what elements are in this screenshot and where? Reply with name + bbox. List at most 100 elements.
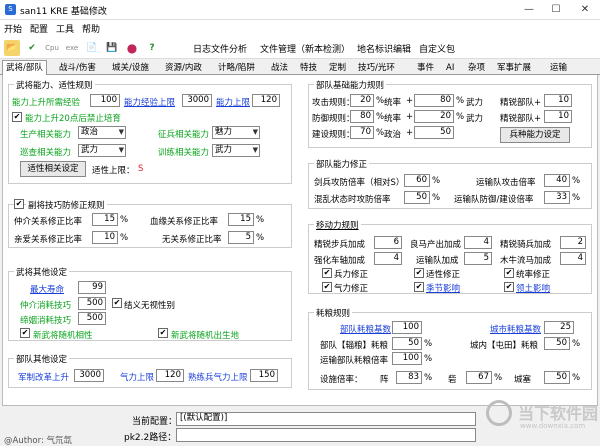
train-ability-select[interactable]: 武力 ▼ — [212, 144, 260, 157]
max-life-input[interactable]: 99 — [78, 281, 106, 294]
check-icon[interactable]: ✔ — [24, 40, 40, 56]
file-icon[interactable]: 📄 — [84, 40, 100, 56]
custom-pack-button[interactable]: 自定义包 — [419, 42, 455, 55]
tab-battle[interactable]: 战斗/伤害 — [55, 60, 100, 75]
cpu-icon[interactable]: Cpu — [44, 40, 60, 56]
tab-aura[interactable]: 技巧/光环 — [354, 60, 399, 75]
produce-ability-label: 生产相关能力 — [20, 130, 72, 140]
horse-output-input[interactable]: 4 — [464, 236, 492, 249]
current-config-field[interactable]: [(默认配置)] — [176, 412, 476, 426]
transport-food-input[interactable]: 100 — [392, 352, 422, 365]
wooden-ox-input[interactable]: 4 — [560, 252, 586, 265]
tab-city[interactable]: 城关/设施 — [108, 60, 153, 75]
ability-limit-input[interactable]: 120 — [252, 94, 280, 107]
morale-limit-input[interactable]: 120 — [156, 369, 184, 382]
tab-skills[interactable]: 特技 — [296, 60, 321, 75]
fort-input[interactable]: 67 — [466, 371, 492, 384]
percent-sign: % — [256, 215, 265, 225]
tab-strategy[interactable]: 计略/陷阱 — [214, 60, 259, 75]
territory-effect-checkbox[interactable]: ✔ — [504, 282, 514, 292]
city-farm-input[interactable]: 50 — [544, 337, 570, 350]
save-icon[interactable]: 💾 — [104, 40, 120, 56]
produce-ability-select[interactable]: 政治 ▼ — [78, 126, 126, 139]
color-icon[interactable]: ● — [124, 40, 140, 56]
tab-bar: 武将/部队 战斗/伤害 城关/设施 资源/内政 计略/陷阱 战法 特技 定制 技… — [0, 59, 600, 76]
percent-sign: % — [432, 176, 441, 186]
fortress-input[interactable]: 50 — [544, 371, 570, 384]
build-extra-input[interactable]: 50 — [414, 126, 454, 139]
chaos-rate-input[interactable]: 50 — [404, 191, 430, 204]
menu-config[interactable]: 配置 — [30, 22, 48, 35]
place-edit-button[interactable]: 地名标识编辑 — [357, 42, 411, 55]
defense-leadership-input[interactable]: 80 — [350, 110, 374, 123]
camp-input[interactable]: 83 — [396, 371, 422, 384]
defense-force-input[interactable]: 20 — [414, 110, 454, 123]
attack-leadership-input[interactable]: 20 — [350, 94, 374, 107]
reform-input[interactable]: 3000 — [74, 369, 104, 382]
mediator-ratio-input[interactable]: 15 — [92, 213, 118, 226]
vice-general-checkbox[interactable]: ✔ — [14, 199, 24, 209]
axle-input[interactable]: 4 — [374, 252, 402, 265]
tab-general-troop[interactable]: 武将/部队 — [2, 60, 47, 76]
troop-supply-input[interactable]: 50 — [392, 337, 422, 350]
tab-events[interactable]: 事件 — [413, 60, 438, 75]
menu-start[interactable]: 开始 — [4, 22, 22, 35]
love-ratio-input[interactable]: 10 — [92, 231, 118, 244]
path-field[interactable] — [176, 428, 476, 442]
marriage-skill-input[interactable]: 500 — [78, 312, 106, 325]
blood-ratio-label: 血缘关系修正比率 — [150, 217, 219, 227]
draft-ability-select[interactable]: 魅力 ▼ — [212, 126, 260, 139]
close-button[interactable]: ✕ — [574, 2, 596, 18]
sword-rate-input[interactable]: 60 — [404, 174, 430, 187]
tab-custom[interactable]: 定制 — [325, 60, 350, 75]
tab-tactics[interactable]: 战法 — [267, 60, 292, 75]
minimize-button[interactable]: — — [518, 2, 540, 18]
defense-elite-input[interactable]: 10 — [544, 110, 572, 123]
help-icon[interactable]: ? — [144, 40, 160, 56]
watermark-text: 当下软件园 — [518, 404, 599, 423]
unit-type-settings-button[interactable]: 兵种能力设定 — [500, 127, 570, 143]
menu-help[interactable]: 帮助 — [82, 22, 100, 35]
ability-exp-input[interactable]: 100 — [90, 94, 120, 107]
ignore-gender-checkbox[interactable]: ✔ — [112, 298, 122, 308]
troop-mod-checkbox[interactable]: ✔ — [322, 268, 332, 278]
elite-infantry-input[interactable]: 6 — [374, 236, 402, 249]
random-birthplace-checkbox[interactable]: ✔ — [158, 328, 168, 338]
attack-force-input[interactable]: 80 — [414, 94, 454, 107]
aptitude-mod-checkbox[interactable]: ✔ — [414, 268, 424, 278]
open-icon[interactable]: 📂 — [4, 40, 20, 56]
patrol-ability-select[interactable]: 武力 ▼ — [78, 144, 126, 157]
random-affinity-checkbox[interactable]: ✔ — [20, 328, 30, 338]
force-label: 武力 — [466, 98, 484, 108]
menu-tools[interactable]: 工具 — [56, 22, 74, 35]
transport-attack-input[interactable]: 40 — [544, 174, 570, 187]
exp-limit-input[interactable]: 3000 — [182, 94, 212, 107]
city-food-base-input[interactable]: 25 — [544, 321, 574, 334]
tab-resource[interactable]: 资源/内政 — [161, 60, 206, 75]
season-effect-checkbox[interactable]: ✔ — [414, 282, 424, 292]
limit-train-checkbox[interactable]: ✔ — [12, 112, 22, 122]
tab-transport[interactable]: 运输 — [546, 60, 571, 75]
aptitude-settings-button[interactable]: 适性相关设定 — [20, 161, 86, 177]
veteran-morale-input[interactable]: 150 — [250, 369, 278, 382]
transport-move-input[interactable]: 5 — [464, 252, 492, 265]
file-manage-button[interactable]: 文件管理（新本检测） — [260, 42, 350, 55]
mediator-skill-input[interactable]: 500 — [78, 297, 106, 310]
elite-cavalry-input[interactable]: 2 — [560, 236, 586, 249]
tab-military[interactable]: 军事扩展 — [493, 60, 535, 75]
tab-ai[interactable]: AI — [442, 60, 458, 75]
maximize-button[interactable]: ☐ — [545, 2, 567, 18]
build-politics-input[interactable]: 70 — [350, 126, 374, 139]
none-ratio-input[interactable]: 5 — [228, 231, 254, 244]
exe-icon[interactable]: exe — [64, 40, 80, 56]
blood-ratio-input[interactable]: 15 — [228, 213, 254, 226]
wooden-ox-label: 木牛流马加成 — [500, 256, 552, 266]
morale-mod-checkbox[interactable]: ✔ — [322, 282, 332, 292]
transport-defense-input[interactable]: 33 — [544, 191, 570, 204]
attack-elite-input[interactable]: 10 — [544, 94, 572, 107]
title-bar: S san11 KRE 基础修改 — ☐ ✕ — [0, 0, 600, 20]
log-analysis-button[interactable]: 日志文件分析 — [193, 42, 247, 55]
tab-misc[interactable]: 杂项 — [464, 60, 489, 75]
troop-food-base-input[interactable]: 100 — [392, 321, 422, 334]
leadership-mod-checkbox[interactable]: ✔ — [504, 268, 514, 278]
